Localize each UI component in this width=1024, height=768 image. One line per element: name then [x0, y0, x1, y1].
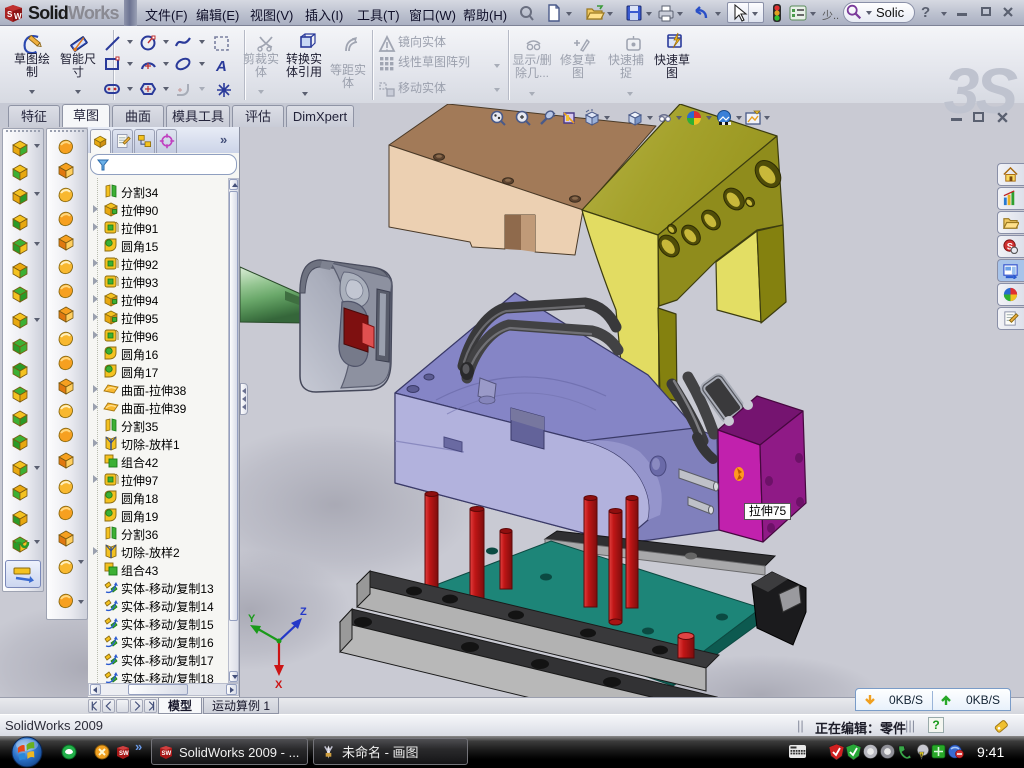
svg-text:SW: SW [119, 751, 129, 757]
svg-text:A: A [215, 58, 227, 75]
svg-text:Z: Z [300, 606, 307, 618]
svg-text:X: X [275, 679, 283, 690]
svg-text:Y: Y [248, 613, 256, 625]
svg-text:W: W [14, 12, 22, 21]
svg-text:S: S [7, 10, 13, 19]
svg-text:SW: SW [162, 751, 172, 757]
svg-text:!: ! [920, 754, 922, 760]
